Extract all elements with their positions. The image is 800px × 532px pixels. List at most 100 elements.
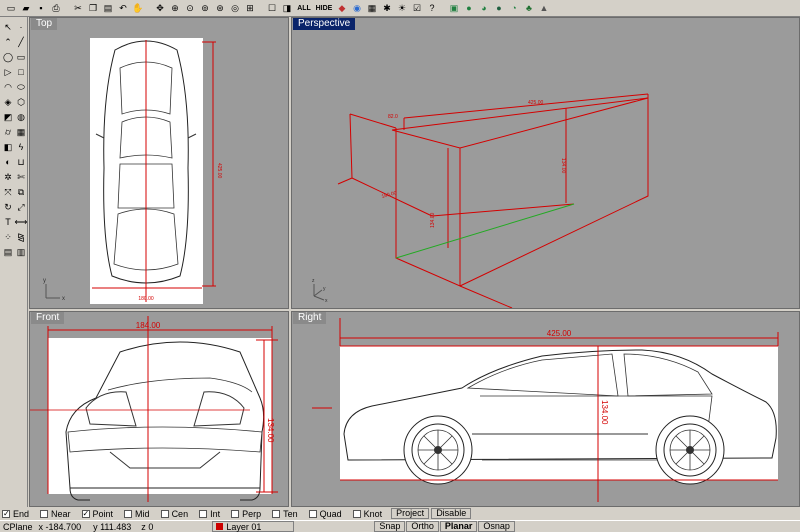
osnap-point-checkbox[interactable]: ✓ (81, 509, 90, 518)
viewport-front[interactable]: 184.00 134.00 Front (29, 311, 289, 507)
snap-toggle[interactable]: Snap (374, 521, 406, 532)
osnap-perp-checkbox[interactable] (231, 509, 240, 518)
options-icon[interactable]: ☑ (410, 1, 424, 15)
osnap-point[interactable]: ✓ Point (80, 509, 113, 519)
network-surface-icon[interactable]: ⬡ (15, 96, 27, 108)
osnap-quad-checkbox[interactable] (308, 509, 317, 518)
grid-icon[interactable]: ⊞ (243, 1, 257, 15)
osnap-end-checkbox[interactable]: ✓ (2, 509, 10, 518)
osnap-quad[interactable]: Quad (307, 509, 342, 519)
explode-icon[interactable]: ✲ (2, 171, 14, 183)
viewport-top[interactable]: 180.00 425.00 x y Top (29, 17, 289, 309)
osnap-mid-checkbox[interactable] (124, 509, 133, 518)
osnap-ten[interactable]: Ten (270, 509, 298, 519)
viewport-perspective[interactable]: 425.00 180.00 134.00 134.00 82.0 x y z P… (291, 17, 800, 309)
cone-icon[interactable]: ▲ (537, 1, 551, 15)
move-icon[interactable]: ⤧ (2, 186, 14, 198)
project-button[interactable]: Project (391, 508, 430, 519)
polyline-icon[interactable]: ⌃ (2, 36, 14, 48)
dimension-icon[interactable]: ⟷ (15, 216, 28, 228)
boolean-icon[interactable]: ◧ (2, 141, 14, 153)
render-preview-icon[interactable]: ◕ (477, 1, 491, 15)
layer-selector[interactable]: Layer 01 (212, 521, 295, 532)
osnap-cen[interactable]: Cen (159, 509, 188, 519)
rectangle-icon[interactable]: ▭ (15, 51, 27, 63)
material-sphere-icon[interactable]: ● (492, 1, 506, 15)
array-icon[interactable]: ⁘ (2, 231, 14, 243)
show-all-button[interactable]: ALL (295, 1, 313, 15)
light-icon[interactable]: ☀ (395, 1, 409, 15)
analysis-icon[interactable]: ▥ (15, 246, 27, 258)
undo-icon[interactable]: ↶ (116, 1, 130, 15)
viewport-title-top[interactable]: Top (31, 18, 58, 30)
mirror-icon[interactable]: ⧎ (15, 231, 27, 243)
osnap-toggle[interactable]: Osnap (478, 521, 515, 532)
zoom-window-icon[interactable]: ⊛ (213, 1, 227, 15)
osnap-mid[interactable]: Mid (122, 509, 150, 519)
osnap-near-checkbox[interactable] (40, 509, 49, 518)
layer-icon[interactable]: ◆ (335, 1, 349, 15)
move-view-icon[interactable]: ✥ (153, 1, 167, 15)
cut-icon[interactable]: ✂ (71, 1, 85, 15)
environment-icon[interactable]: ◔ (507, 1, 521, 15)
zoom-extents-icon[interactable]: ⊚ (198, 1, 212, 15)
scale-icon[interactable]: ⤢ (15, 201, 27, 213)
zoom-in-icon[interactable]: ⊕ (168, 1, 182, 15)
tree-icon[interactable]: ♣ (522, 1, 536, 15)
zoom-selected-icon[interactable]: ◎ (228, 1, 242, 15)
hide-button[interactable]: HIDE (314, 1, 334, 15)
cylinder-icon[interactable]: ⌭ (2, 126, 14, 138)
sphere-icon[interactable]: ◍ (15, 111, 27, 123)
join-icon[interactable]: ⊔ (15, 156, 27, 168)
properties-icon[interactable]: ▦ (365, 1, 379, 15)
mesh-icon[interactable]: ▦ (15, 126, 27, 138)
point-icon[interactable]: · (15, 21, 27, 33)
ortho-icon[interactable]: ◨ (280, 1, 294, 15)
osnap-cen-checkbox[interactable] (160, 509, 169, 518)
surface-icon[interactable]: ◈ (2, 96, 14, 108)
new-file-icon[interactable]: ▭ (4, 1, 18, 15)
copy-icon[interactable]: ❐ (86, 1, 100, 15)
line-icon[interactable]: ╱ (15, 36, 27, 48)
osnap-int-checkbox[interactable] (199, 509, 208, 518)
osnap-ten-checkbox[interactable] (272, 509, 281, 518)
ellipse-icon[interactable]: ⬭ (15, 81, 27, 93)
viewport-right[interactable]: 425.00 134.00 Right (291, 311, 800, 507)
snap-icon[interactable]: ☐ (265, 1, 279, 15)
lightning-icon[interactable]: ϟ (15, 141, 27, 153)
box-icon[interactable]: ◩ (2, 111, 14, 123)
render-icon[interactable]: ✱ (380, 1, 394, 15)
trim-icon[interactable]: ✄ (15, 171, 27, 183)
curve-icon[interactable]: ▷ (2, 66, 14, 78)
print-icon[interactable]: ⎙ (49, 1, 63, 15)
save-icon[interactable]: ▪ (34, 1, 48, 15)
select-icon[interactable]: ↖ (2, 21, 14, 33)
disable-button[interactable]: Disable (431, 508, 472, 519)
layout-icon[interactable]: ▤ (2, 246, 14, 258)
copy-object-icon[interactable]: ⧉ (15, 186, 27, 198)
osnap-perp[interactable]: Perp (229, 509, 261, 519)
text-icon[interactable]: T (2, 216, 14, 228)
viewport-title-front[interactable]: Front (31, 312, 65, 324)
osnap-end[interactable]: ✓ End (0, 509, 29, 519)
open-file-icon[interactable]: ▰ (19, 1, 33, 15)
pan-icon[interactable]: ✋ (131, 1, 145, 15)
osnap-knot-checkbox[interactable] (352, 509, 361, 518)
circle-icon[interactable]: ◯ (2, 51, 14, 63)
viewport-title-right[interactable]: Right (293, 312, 327, 324)
osnap-int[interactable]: Int (197, 509, 220, 519)
arc-icon[interactable]: ◠ (2, 81, 14, 93)
paste-icon[interactable]: ▤ (101, 1, 115, 15)
rect-curve-icon[interactable]: □ (15, 66, 27, 78)
color-wheel-icon[interactable]: ◉ (350, 1, 364, 15)
osnap-near[interactable]: Near (38, 509, 71, 519)
split-icon[interactable]: ◐ (2, 156, 14, 168)
render-sphere-icon[interactable]: ● (462, 1, 476, 15)
ortho-toggle[interactable]: Ortho (406, 521, 439, 532)
zoom-icon[interactable]: ⊙ (183, 1, 197, 15)
planar-toggle[interactable]: Planar (439, 521, 478, 532)
rotate-icon[interactable]: ↻ (2, 201, 14, 213)
viewport-title-perspective[interactable]: Perspective (293, 18, 356, 30)
help-icon[interactable]: ? (425, 1, 439, 15)
osnap-knot[interactable]: Knot (351, 509, 382, 519)
